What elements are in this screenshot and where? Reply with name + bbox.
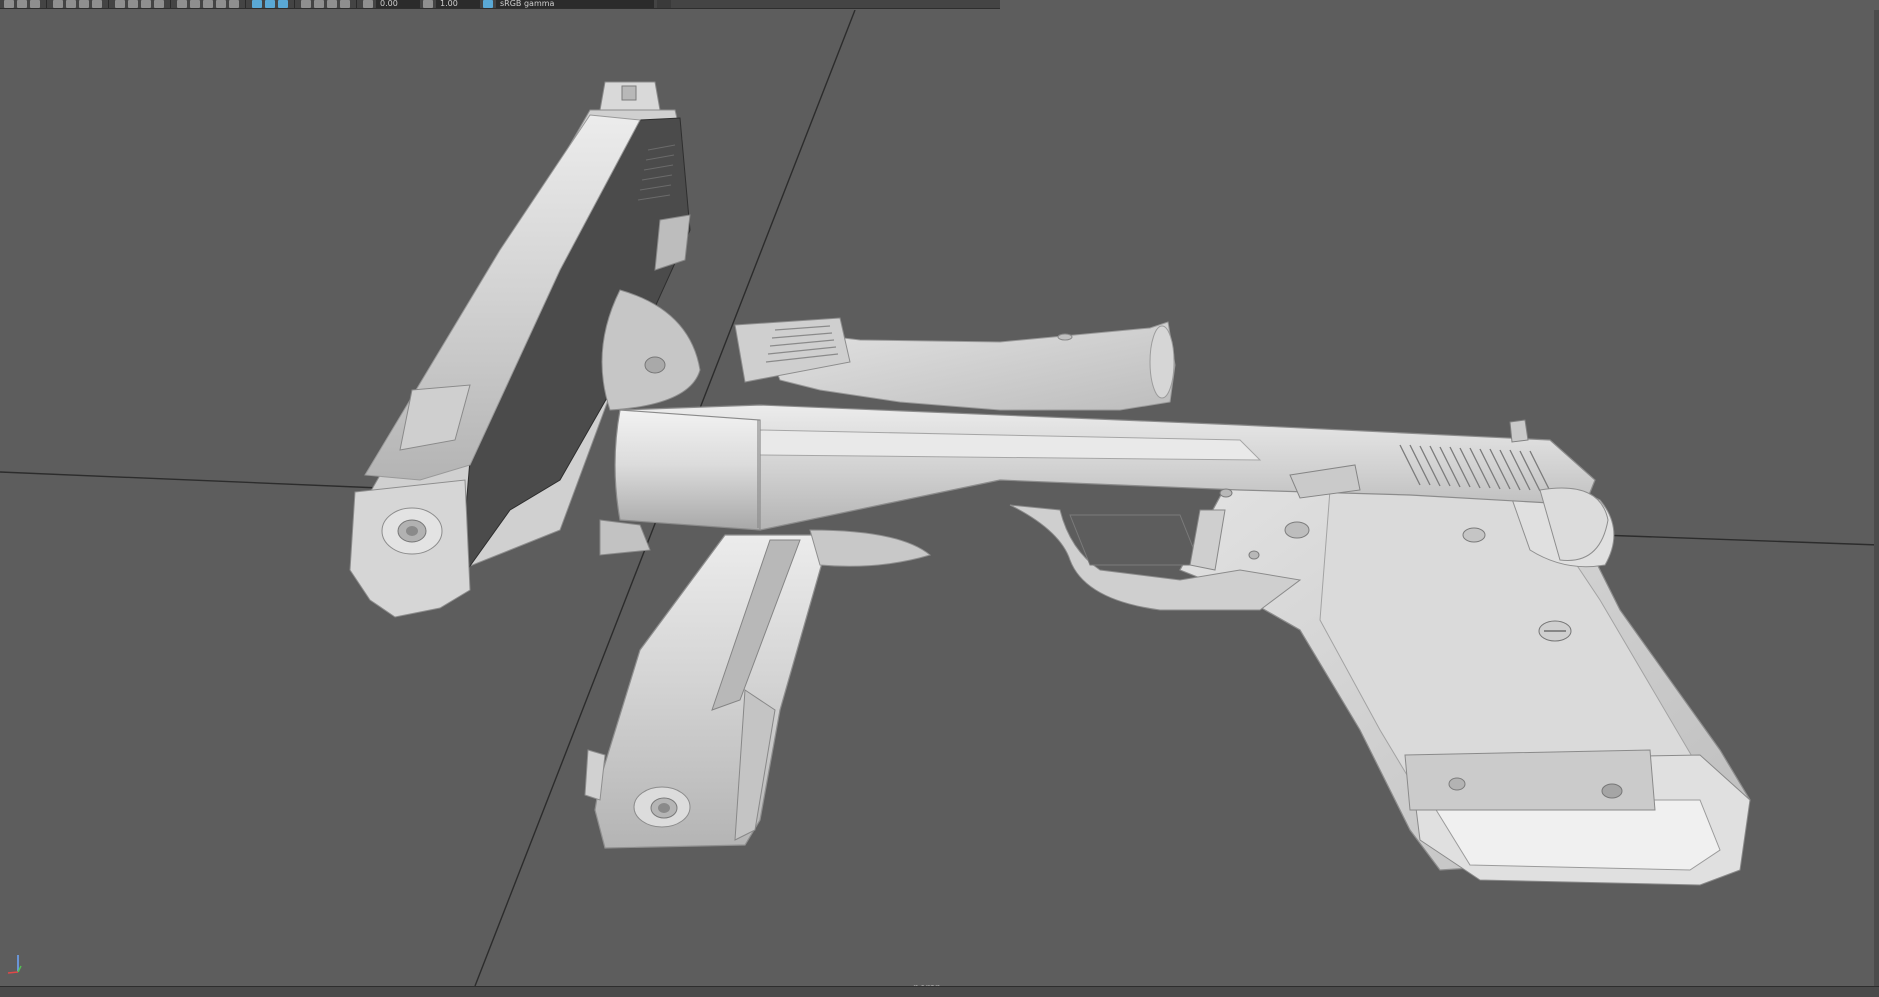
viewport-scene	[0, 10, 1879, 986]
paint-icon[interactable]	[30, 0, 40, 8]
viewport-border-right	[1874, 10, 1879, 986]
viewport-border-bottom	[0, 986, 1879, 997]
toolbar-divider	[356, 0, 357, 8]
gamma-input[interactable]: 1.00	[436, 0, 480, 8]
exposure-input[interactable]: 0.00	[376, 0, 420, 8]
isolate-icon[interactable]	[216, 0, 226, 8]
camera-icon[interactable]	[92, 0, 102, 8]
chevron-down-icon[interactable]	[657, 0, 671, 8]
xray-joints-icon[interactable]	[252, 0, 262, 8]
xray-active-icon[interactable]	[265, 0, 275, 8]
grid-axis-x-right	[1599, 534, 1879, 546]
hud-icon[interactable]	[301, 0, 311, 8]
toolbar-divider	[245, 0, 246, 8]
textured-icon[interactable]	[154, 0, 164, 8]
field-chart-icon[interactable]	[340, 0, 350, 8]
gamma-icon[interactable]	[423, 0, 433, 8]
toolbar-divider	[46, 0, 47, 8]
resolution-gate-icon[interactable]	[314, 0, 324, 8]
shaded-icon[interactable]	[141, 0, 151, 8]
axis-gizmo-icon	[7, 955, 22, 974]
viewport-toolbar: 0.00 1.00 sRGB gamma	[0, 0, 1000, 9]
color-management-icon[interactable]	[483, 0, 493, 8]
ao-icon[interactable]	[203, 0, 213, 8]
pistol-model-left[interactable]	[349, 81, 701, 618]
scale-icon[interactable]	[79, 0, 89, 8]
color-space-select[interactable]: sRGB gamma	[496, 0, 654, 8]
wireframe-icon[interactable]	[128, 0, 138, 8]
3d-viewport[interactable]: persp	[0, 10, 1879, 994]
backface-icon[interactable]	[278, 0, 288, 8]
toolbar-divider	[170, 0, 171, 8]
move-icon[interactable]	[53, 0, 63, 8]
lasso-icon[interactable]	[17, 0, 27, 8]
select-icon[interactable]	[4, 0, 14, 8]
exposure-icon[interactable]	[363, 0, 373, 8]
lights-icon[interactable]	[177, 0, 187, 8]
grid-icon[interactable]	[115, 0, 125, 8]
toolbar-divider	[294, 0, 295, 8]
xray-icon[interactable]	[229, 0, 239, 8]
gate-mask-icon[interactable]	[327, 0, 337, 8]
grid-axis-x	[0, 471, 381, 489]
toolbar-divider	[108, 0, 109, 8]
shadows-icon[interactable]	[190, 0, 200, 8]
rotate-icon[interactable]	[66, 0, 76, 8]
